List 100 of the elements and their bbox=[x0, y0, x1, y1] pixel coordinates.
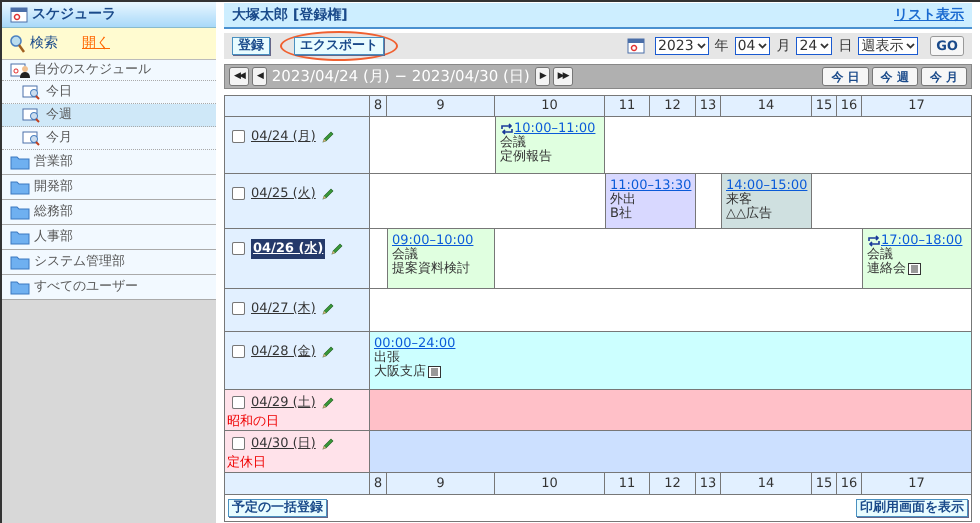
event-title: 来客 bbox=[726, 193, 752, 207]
sidebar-title: スケジューラ bbox=[32, 5, 116, 24]
checkbox[interactable] bbox=[232, 437, 245, 450]
search-link[interactable]: 検索 bbox=[10, 33, 58, 54]
event-title: 外出 bbox=[610, 193, 637, 207]
date-link[interactable]: 04/26 (水) bbox=[251, 239, 326, 258]
hour-label: 9 bbox=[387, 96, 495, 116]
date-link[interactable]: 04/24 (月) bbox=[251, 127, 316, 146]
period-button[interactable]: 今 日 bbox=[822, 67, 869, 86]
first-button[interactable]: ◀◀ bbox=[229, 67, 249, 86]
sidebar-item[interactable]: 総務部 bbox=[2, 200, 216, 225]
hour-label: 12 bbox=[650, 473, 696, 494]
event-block[interactable]: 00:00–24:00 出張 大阪支店 bbox=[370, 332, 971, 389]
sidebar-item[interactable]: 人事部 bbox=[2, 225, 216, 250]
date-range: 2023/04/24 (月) − 2023/04/30 (日) bbox=[272, 66, 530, 88]
sidebar-item[interactable]: 今週 bbox=[2, 104, 216, 127]
date-link[interactable]: 04/28 (金) bbox=[251, 342, 316, 362]
holiday-label: 昭和の日 bbox=[227, 414, 280, 430]
folder-icon bbox=[10, 279, 30, 295]
hour-label: 14 bbox=[721, 96, 812, 116]
event-time-link[interactable]: 09:00–10:00 bbox=[392, 234, 474, 248]
event-note: 大阪支店 bbox=[374, 365, 426, 379]
period-button[interactable]: 今 月 bbox=[920, 67, 967, 86]
hour-label: 11 bbox=[605, 473, 650, 494]
checkbox[interactable] bbox=[232, 302, 245, 316]
hour-label: 16 bbox=[837, 473, 862, 494]
month-select[interactable]: 04 bbox=[734, 37, 770, 55]
sidebar-item[interactable]: 開発部 bbox=[2, 175, 216, 200]
event-time-link[interactable]: 14:00–15:00 bbox=[726, 179, 808, 193]
hour-label: 9 bbox=[387, 473, 495, 494]
repeat-icon bbox=[500, 123, 514, 135]
folder-icon bbox=[10, 229, 30, 245]
checkbox[interactable] bbox=[232, 187, 245, 200]
previous-button[interactable]: ◀ bbox=[252, 67, 267, 86]
date-link[interactable]: 04/27 (木) bbox=[251, 299, 316, 318]
hour-label: 10 bbox=[495, 473, 605, 494]
pencil-icon bbox=[322, 438, 334, 450]
hour-label: 11 bbox=[605, 96, 650, 116]
event-title: 会議 bbox=[500, 136, 526, 150]
event-block[interactable]: 14:00–15:00 来客 △△広告 bbox=[721, 174, 812, 228]
last-button[interactable]: ▶▶ bbox=[552, 67, 572, 86]
print-view-button[interactable]: 印刷用画面を表示 bbox=[856, 499, 968, 517]
hour-label: 12 bbox=[650, 96, 696, 116]
event-time-link[interactable]: 00:00–24:00 bbox=[374, 337, 456, 351]
pencil-icon bbox=[322, 346, 334, 358]
folder-icon bbox=[10, 254, 30, 270]
event-block[interactable]: 11:00–13:30 外出 B社 bbox=[605, 174, 696, 228]
event-note: 連絡会 bbox=[867, 262, 906, 276]
next-button[interactable]: ▶ bbox=[534, 67, 550, 86]
event-note: 定例報告 bbox=[500, 150, 552, 164]
checkbox[interactable] bbox=[232, 242, 245, 256]
hour-label: 14 bbox=[721, 473, 812, 494]
go-button[interactable]: GO bbox=[930, 36, 964, 56]
pencil-icon bbox=[322, 302, 334, 315]
hour-label: 13 bbox=[696, 473, 721, 494]
event-note: B社 bbox=[610, 207, 632, 221]
event-time-link[interactable]: 11:00–13:30 bbox=[610, 179, 692, 193]
repeat-icon bbox=[867, 235, 881, 247]
event-title: 出張 bbox=[374, 351, 400, 365]
hour-label: 16 bbox=[837, 96, 862, 116]
event-time-link[interactable]: 10:00–11:00 bbox=[514, 122, 596, 136]
sidebar-item[interactable]: 今月 bbox=[2, 127, 216, 150]
date-link[interactable]: 04/30 (日) bbox=[251, 434, 316, 454]
period-button[interactable]: 今 週 bbox=[872, 67, 918, 86]
pencil-icon bbox=[322, 130, 334, 143]
toolbar-button[interactable]: 登録 bbox=[232, 37, 270, 55]
event-block[interactable]: 17:00–18:00 会議 連絡会 bbox=[862, 229, 971, 288]
folder-icon bbox=[10, 154, 30, 170]
hour-label: 13 bbox=[696, 96, 721, 116]
list-view-link[interactable]: リスト表示 bbox=[894, 4, 964, 26]
event-time-link[interactable]: 17:00–18:00 bbox=[881, 234, 962, 248]
date-link[interactable]: 04/29 (土) bbox=[251, 393, 316, 412]
checkbox[interactable] bbox=[232, 130, 245, 144]
view-select[interactable]: 週表示 bbox=[858, 37, 918, 55]
search-icon bbox=[10, 34, 26, 52]
memo-icon bbox=[908, 263, 921, 275]
sidebar-item[interactable]: 営業部 bbox=[2, 150, 216, 175]
checkbox[interactable] bbox=[232, 345, 245, 358]
toolbar-button[interactable]: エクスポート bbox=[294, 37, 384, 55]
sidebar-item[interactable]: システム管理部 bbox=[2, 250, 216, 275]
folder-icon bbox=[10, 204, 30, 220]
hour-label: 15 bbox=[812, 473, 837, 494]
checkbox[interactable] bbox=[232, 396, 245, 410]
hour-label: 15 bbox=[812, 96, 837, 116]
date-link[interactable]: 04/25 (火) bbox=[251, 184, 316, 204]
hour-label: 8 bbox=[370, 473, 387, 494]
bulk-register-button[interactable]: 予定の一括登録 bbox=[228, 499, 327, 517]
hour-label: 17 bbox=[907, 474, 926, 493]
event-block[interactable]: 10:00–11:00 会議 定例報告 bbox=[495, 117, 605, 173]
calendar-search-icon bbox=[22, 130, 42, 146]
sidebar-item[interactable]: 自分のスケジュール bbox=[2, 60, 216, 81]
hour-label: 17 bbox=[907, 97, 926, 116]
calendar-icon bbox=[626, 38, 645, 54]
unit-label: 年 bbox=[714, 36, 729, 56]
event-block[interactable]: 09:00–10:00 会議 提案資料検討 bbox=[387, 229, 495, 288]
calendar-icon bbox=[10, 6, 28, 22]
page-title: 大塚太郎 [登録権] bbox=[232, 6, 348, 24]
day-select[interactable]: 24 bbox=[796, 37, 832, 55]
sidebar-item[interactable]: すべてのユーザー bbox=[2, 275, 216, 300]
year-select[interactable]: 2023 bbox=[654, 37, 709, 55]
